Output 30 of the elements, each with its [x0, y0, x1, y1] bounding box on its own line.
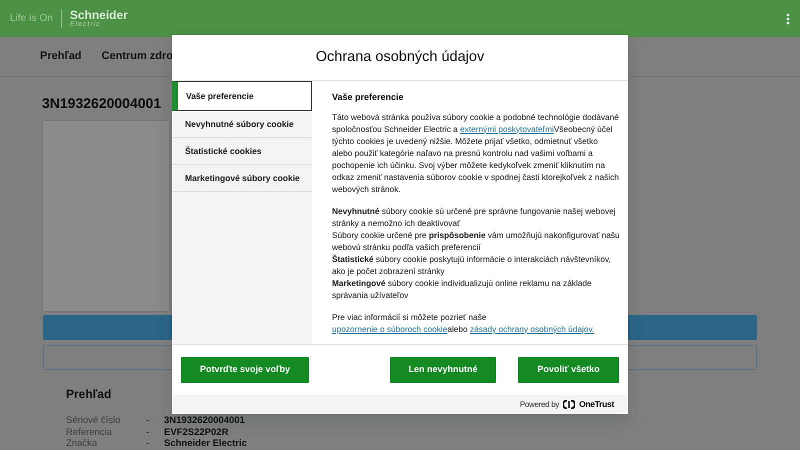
powered-by-text: Powered by: [520, 398, 560, 410]
content-heading: Vaše preferencie: [332, 91, 405, 104]
dialog-title: Ochrana osobných údajov: [316, 48, 484, 67]
paragraph: Táto webová stránka používa súbory cookie a podobné technológie dodávané spoločnosťou Schneider Electric a externými poskytovateľmiVšeobecný účel týchto cookies je uvedený nižšie. Môžete prijať všetko, odmietnuť všetko alebo použiť kategórie naľavo na presnú kontrolu nad vašimi voľbami a pochopenie ich účinku. Svoj výber môžete kedykoľvek zmeniť kliknutím na odkaz zmeniť nastavenia súborov cookie v spodnej časti ktorejkoľvek z našich webových stránok.: [332, 110, 620, 194]
tagline: Life Is On: [10, 12, 53, 26]
field-value: EVF2S22P02R: [164, 426, 228, 438]
brand-icon: [563, 400, 576, 409]
text-link[interactable]: upozornenie o súboroch cookie: [332, 324, 448, 334]
nav-link[interactable]: Prehľad: [40, 48, 82, 65]
page-title: 3N1932620004001: [42, 94, 162, 113]
field-value: Schneider Electric: [164, 438, 247, 450]
brand-name: OneTrust: [579, 398, 614, 411]
dash: -: [146, 438, 150, 449]
confirm-choices-button[interactable]: Potvrďte svoje voľby: [181, 357, 309, 383]
section-title: Prehľad: [66, 386, 112, 403]
necessary-only-button[interactable]: Len nevyhnutné: [390, 357, 496, 383]
field-label: Referencia: [66, 426, 113, 438]
nav-link[interactable]: Centrum zdro: [102, 48, 174, 65]
dash: -: [146, 415, 150, 426]
text-link[interactable]: externými poskytovateľmi: [460, 124, 554, 134]
menu-icon[interactable]: [786, 12, 790, 24]
text-link[interactable]: zásady ochrany osobných údajov.: [470, 324, 594, 334]
paragraph: Marketingové súbory cookie individualizujú online reklamu na základe správania užívateľov: [332, 276, 593, 300]
allow-all-button[interactable]: Povoliť všetko: [518, 357, 619, 383]
field-label: Sériové číslo: [66, 415, 122, 426]
paragraph: Pre viac informácií si môžete pozrieť naše upozornenie o súboroch cookiealebo zásady ochrany osobných údajov.: [332, 310, 596, 334]
field-value: 3N1932620004001: [164, 415, 245, 426]
category-tab[interactable]: Vaše preferencie: [172, 81, 312, 111]
dash: -: [146, 426, 150, 438]
field-label: Značka: [66, 438, 98, 450]
